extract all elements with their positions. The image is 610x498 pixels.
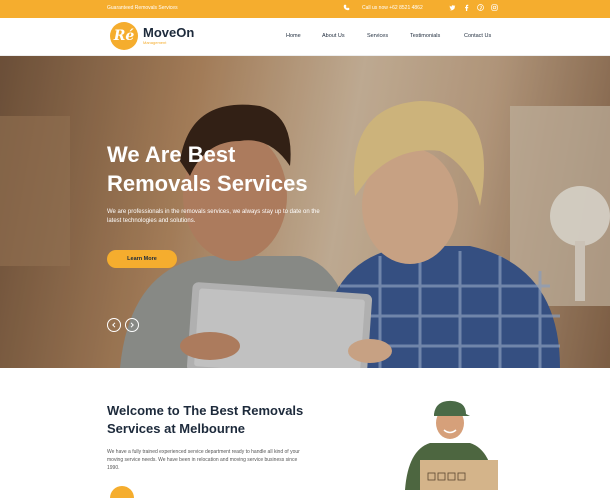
instagram-icon[interactable] (491, 4, 498, 11)
tagline: Guaranteed Removals Services (107, 5, 178, 11)
phone-contact[interactable]: Call us now +62 8521 4862 (343, 4, 423, 11)
social-links (449, 4, 498, 11)
site-header: Ré MoveOn Management Home About Us Servi… (0, 18, 610, 56)
chevron-right-icon (130, 322, 134, 328)
twitter-icon[interactable] (449, 4, 456, 11)
chevron-left-icon (112, 322, 116, 328)
top-bar: Guaranteed Removals Services Call us now… (0, 0, 610, 18)
nav-testimonials[interactable]: Testimonials (410, 33, 440, 39)
phone-number: Call us now +62 8521 4862 (362, 4, 423, 11)
hero-title: We Are Best Removals Services (107, 140, 367, 198)
welcome-title: Welcome to The Best Removals Services at… (107, 403, 304, 436)
slider-next-button[interactable] (125, 318, 139, 332)
hero-description: We are professionals in the removals ser… (107, 209, 320, 224)
hero-title-line-2: Removals Services (107, 171, 308, 196)
slider-prev-button[interactable] (107, 318, 121, 332)
nav-contact-us[interactable]: Contact Us (464, 33, 491, 39)
facebook-icon[interactable] (463, 4, 470, 11)
nav-about-us[interactable]: About Us (322, 33, 345, 39)
logo-subtitle: Management (143, 40, 167, 45)
phone-icon (343, 4, 350, 11)
welcome-text: We have a fully trained experienced serv… (107, 449, 300, 471)
mover-image (405, 400, 498, 490)
learn-more-button[interactable]: Learn More (107, 250, 177, 268)
hero-title-line-1: We Are Best (107, 142, 236, 167)
logo-badge[interactable]: Ré (110, 22, 138, 50)
pinterest-icon[interactable] (477, 4, 484, 11)
nav-services[interactable]: Services (367, 33, 388, 39)
decorative-circle (110, 486, 134, 498)
hero-section: We Are Best Removals Services We are pro… (0, 56, 610, 368)
nav-home[interactable]: Home (286, 33, 301, 39)
logo-name[interactable]: MoveOn (143, 25, 194, 40)
